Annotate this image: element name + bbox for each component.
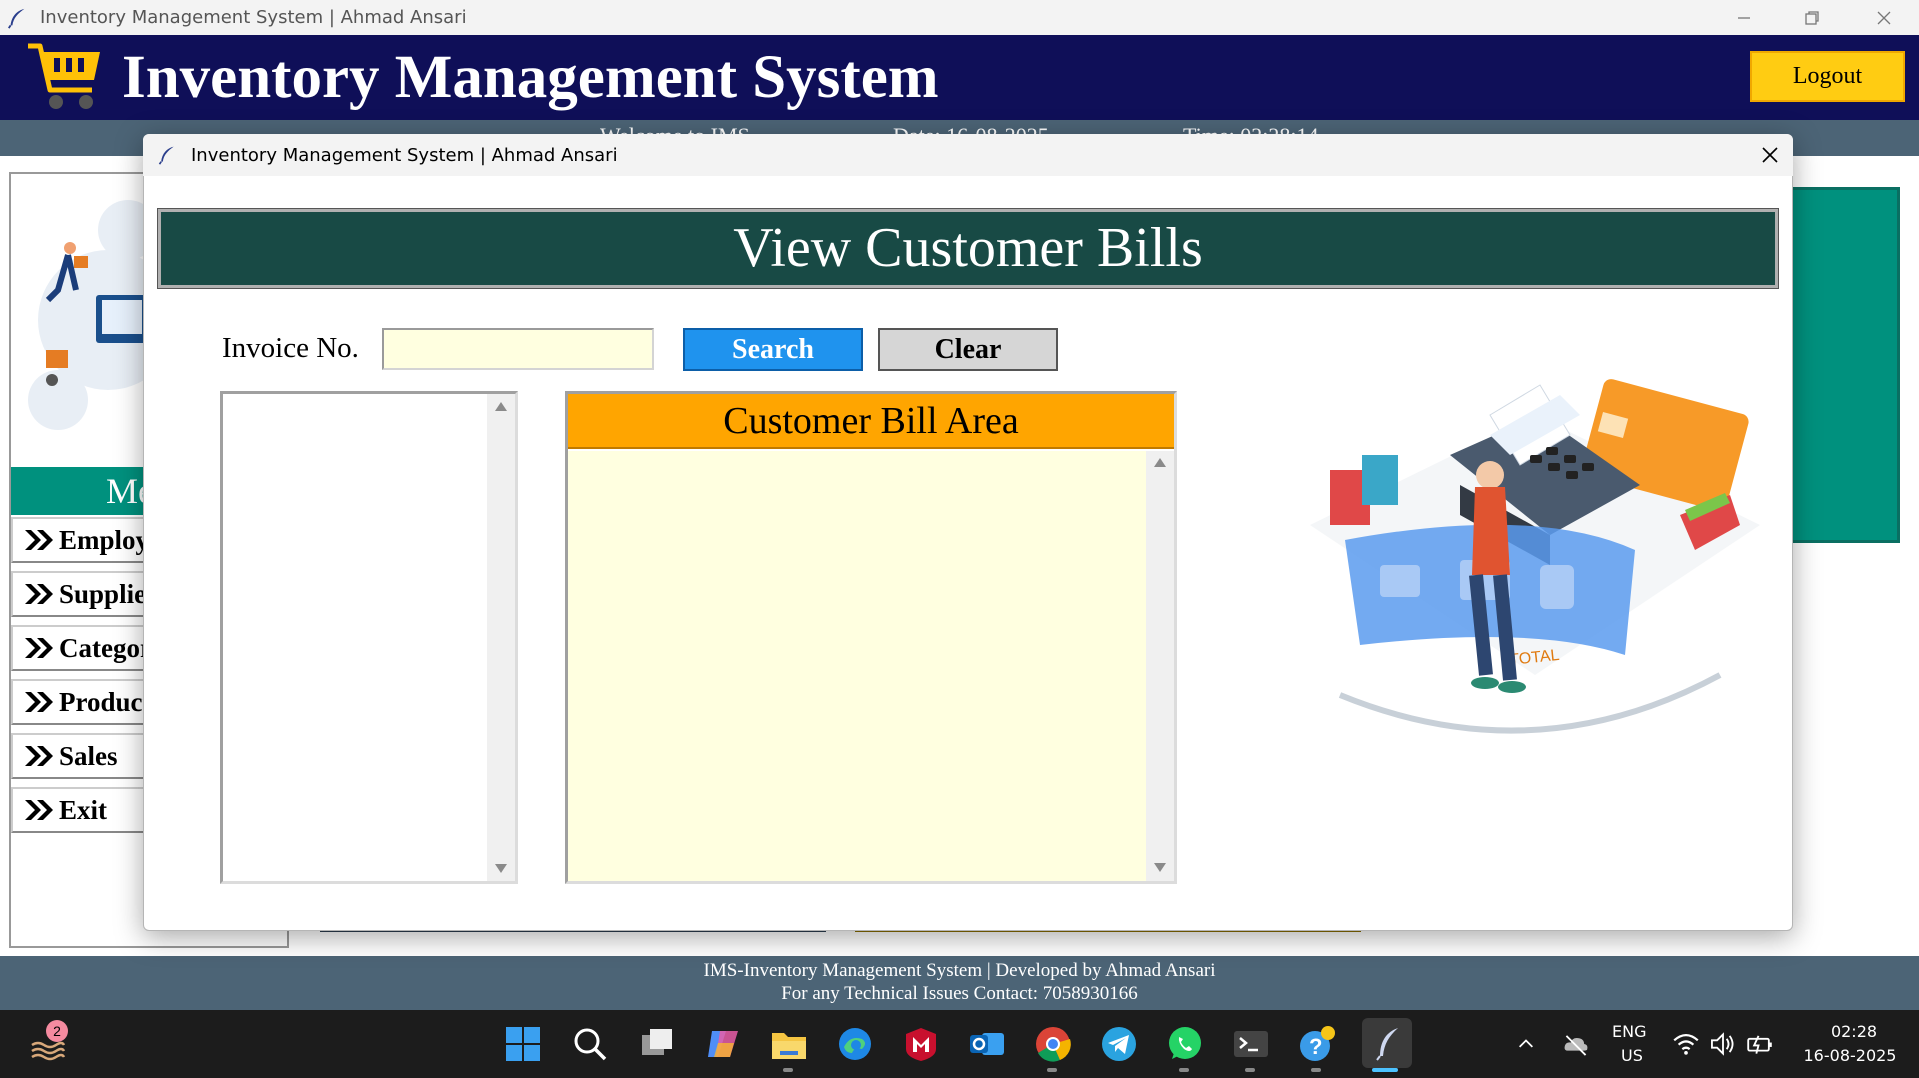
invoice-label: Invoice No. bbox=[222, 332, 359, 364]
bill-area-scrollbar[interactable] bbox=[1146, 451, 1174, 881]
search-button[interactable]: Search bbox=[683, 328, 863, 371]
help-button[interactable]: ? bbox=[1296, 1023, 1338, 1065]
double-chevron-right-icon bbox=[25, 746, 53, 766]
clock-date[interactable]: 16-08-2025 bbox=[1795, 1046, 1905, 1065]
mcafee-button[interactable] bbox=[900, 1023, 942, 1065]
window-title: Inventory Management System | Ahmad Ansa… bbox=[40, 7, 467, 28]
bill-text-area[interactable] bbox=[568, 451, 1146, 881]
mcafee-icon bbox=[906, 1028, 936, 1061]
menu-item-label: Sales bbox=[59, 740, 118, 771]
scroll-down-arrow-icon[interactable] bbox=[495, 864, 507, 873]
double-chevron-right-icon bbox=[25, 800, 53, 820]
keyboard-layout-indicator[interactable]: US bbox=[1621, 1046, 1643, 1065]
double-chevron-right-icon bbox=[25, 692, 53, 712]
bill-area-heading: Customer Bill Area bbox=[568, 394, 1174, 449]
invoice-input[interactable] bbox=[382, 328, 654, 370]
scroll-down-arrow-icon[interactable] bbox=[1154, 863, 1166, 872]
copilot-button[interactable] bbox=[702, 1023, 744, 1065]
language-indicator[interactable]: ENG bbox=[1612, 1022, 1646, 1041]
task-view-button[interactable] bbox=[636, 1023, 678, 1065]
restore-button[interactable] bbox=[1778, 0, 1846, 35]
speaker-icon bbox=[1711, 1032, 1734, 1056]
start-button[interactable] bbox=[502, 1023, 544, 1065]
python-app-button[interactable] bbox=[1362, 1018, 1412, 1068]
close-icon bbox=[1762, 147, 1778, 163]
app-title: Inventory Management System bbox=[122, 44, 939, 111]
onedrive-button[interactable] bbox=[1556, 1023, 1596, 1065]
taskbar bbox=[0, 1010, 1919, 1078]
wifi-button[interactable] bbox=[1668, 1023, 1704, 1065]
feather-icon bbox=[7, 8, 25, 29]
python-feather-icon bbox=[1376, 1028, 1398, 1061]
notification-badge: 2 bbox=[46, 1020, 68, 1042]
footer-contact: For any Technical Issues Contact: 705893… bbox=[781, 983, 1138, 1004]
help-icon: ? bbox=[1300, 1026, 1335, 1061]
windows-start-icon bbox=[506, 1027, 540, 1061]
file-explorer-icon bbox=[772, 1033, 806, 1059]
pos-terminal-illustration: TOTAL bbox=[1310, 379, 1760, 734]
telegram-button[interactable] bbox=[1098, 1023, 1140, 1065]
window-titlebar: Inventory Management System | Ahmad Ansa… bbox=[0, 0, 1919, 35]
outlook-icon bbox=[970, 1033, 1004, 1055]
scroll-up-arrow-icon[interactable] bbox=[495, 402, 507, 411]
bill-list[interactable] bbox=[220, 391, 518, 884]
chrome-button[interactable] bbox=[1032, 1023, 1074, 1065]
battery-button[interactable] bbox=[1742, 1023, 1778, 1065]
shopping-cart-icon bbox=[28, 43, 100, 109]
minimize-icon bbox=[1738, 16, 1750, 19]
whatsapp-icon bbox=[1169, 1027, 1201, 1059]
close-icon bbox=[1877, 11, 1891, 24]
show-hidden-icons-button[interactable] bbox=[1506, 1023, 1546, 1065]
double-chevron-right-icon bbox=[25, 638, 53, 658]
dashboard-card bbox=[1785, 187, 1900, 543]
running-indicator bbox=[1245, 1068, 1255, 1072]
copilot-icon bbox=[708, 1031, 738, 1057]
terminal-icon bbox=[1234, 1031, 1268, 1057]
taskbar-search-button[interactable] bbox=[569, 1023, 611, 1065]
search-icon bbox=[574, 1028, 607, 1061]
whatsapp-button[interactable] bbox=[1164, 1023, 1206, 1065]
app-footer: IMS-Inventory Management System | Develo… bbox=[0, 956, 1919, 1010]
clock-time[interactable]: 02:28 bbox=[1814, 1022, 1894, 1041]
svg-text:?: ? bbox=[1309, 1034, 1322, 1059]
page-title: View Customer Bills bbox=[157, 208, 1779, 289]
bill-list-scrollbar[interactable] bbox=[487, 394, 515, 881]
chevron-up-icon bbox=[1519, 1039, 1533, 1048]
running-indicator bbox=[1047, 1068, 1057, 1072]
file-explorer-button[interactable] bbox=[768, 1023, 810, 1065]
dialog-close-button[interactable] bbox=[1748, 134, 1792, 176]
running-indicator bbox=[783, 1068, 793, 1072]
terminal-button[interactable] bbox=[1230, 1023, 1272, 1065]
double-chevron-right-icon bbox=[25, 584, 53, 604]
feather-icon bbox=[158, 146, 174, 165]
outlook-button[interactable] bbox=[966, 1023, 1008, 1065]
restore-icon bbox=[1805, 10, 1819, 25]
menu-logo-image bbox=[28, 200, 148, 430]
chrome-icon bbox=[1036, 1027, 1071, 1062]
double-chevron-right-icon bbox=[25, 530, 53, 550]
battery-charging-icon bbox=[1747, 1035, 1772, 1054]
menu-item-label: Exit bbox=[59, 794, 108, 825]
clear-button[interactable]: Clear bbox=[878, 328, 1058, 371]
wifi-icon bbox=[1673, 1034, 1699, 1055]
telegram-icon bbox=[1102, 1027, 1136, 1061]
task-view-icon bbox=[642, 1029, 672, 1055]
volume-button[interactable] bbox=[1705, 1023, 1741, 1065]
minimize-button[interactable] bbox=[1710, 0, 1778, 35]
cloud-offline-icon bbox=[1564, 1035, 1588, 1056]
scroll-up-arrow-icon[interactable] bbox=[1154, 458, 1166, 467]
active-indicator bbox=[1372, 1068, 1398, 1072]
edge-icon bbox=[839, 1028, 871, 1060]
footer-credits: IMS-Inventory Management System | Develo… bbox=[703, 960, 1216, 981]
close-window-button[interactable] bbox=[1850, 0, 1918, 35]
running-indicator bbox=[1179, 1068, 1189, 1072]
dialog-titlebar: Inventory Management System | Ahmad Ansa… bbox=[143, 134, 1793, 176]
edge-button[interactable] bbox=[834, 1023, 876, 1065]
running-indicator bbox=[1311, 1068, 1321, 1072]
dialog-title: Inventory Management System | Ahmad Ansa… bbox=[191, 144, 618, 166]
logout-button[interactable]: Logout bbox=[1750, 51, 1905, 102]
